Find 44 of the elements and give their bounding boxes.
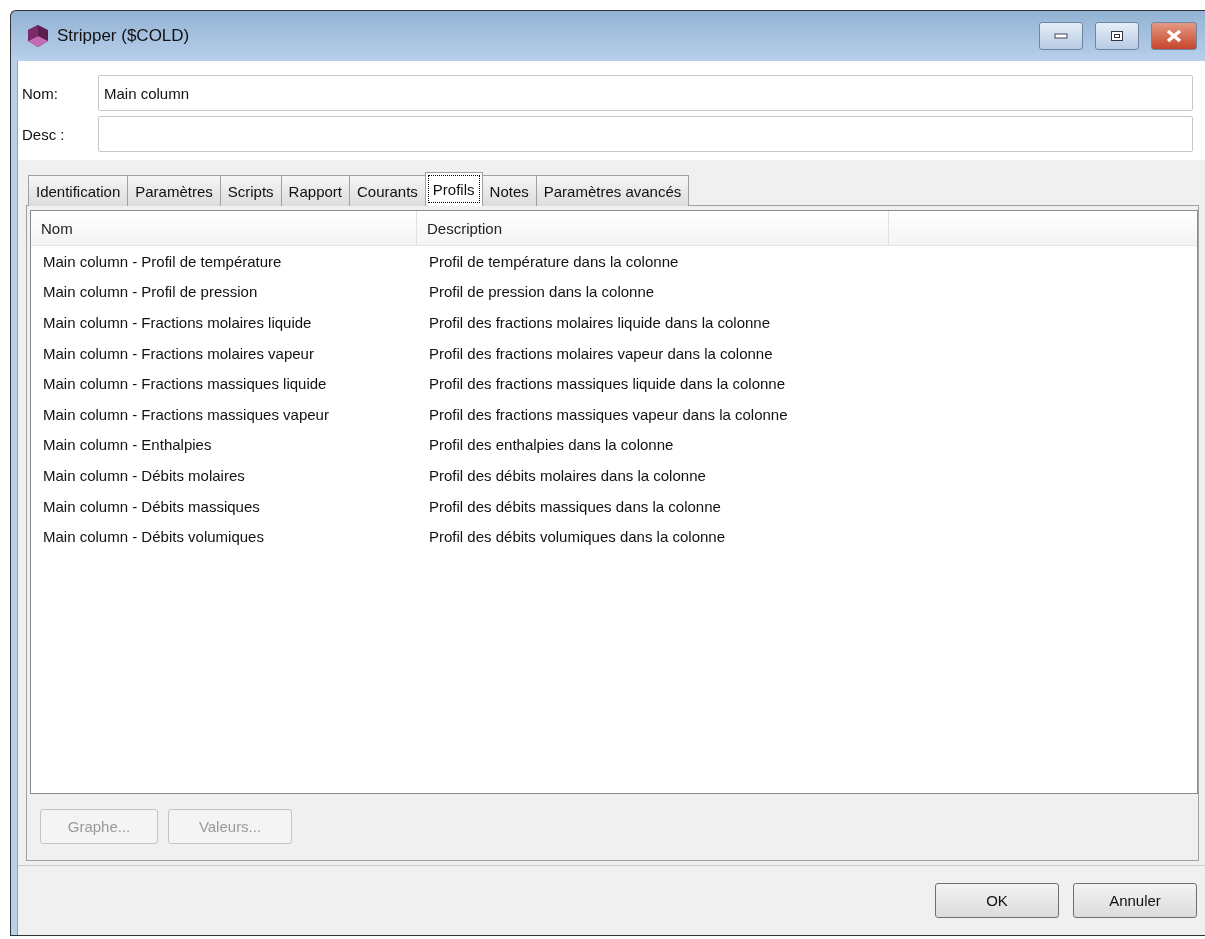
list-cell[interactable]: Main column - Débits volumiques <box>31 528 417 546</box>
tab[interactable]: Paramètres <box>127 175 221 206</box>
list-cell[interactable]: Profil des débits molaires dans la colonne <box>417 466 889 484</box>
list-cell[interactable]: Main column - Fractions molaires liquide <box>31 314 417 331</box>
field-label: Desc : <box>22 125 66 143</box>
list-cell[interactable]: Profil de température dans la colonne <box>417 252 889 270</box>
tab[interactable]: Scripts <box>219 175 282 206</box>
text-field[interactable] <box>98 116 1193 152</box>
text-field[interactable]: Main column <box>98 75 1193 111</box>
list-cell[interactable]: Profil des débits volumiques dans la colonne <box>417 528 889 546</box>
column-header[interactable]: Description <box>417 211 889 245</box>
list-cell[interactable]: Profil des fractions molaires liquide dans la colonne <box>417 314 889 331</box>
list-cell[interactable]: Profil des fractions molaires vapeur dans la colonne <box>417 344 889 362</box>
tab[interactable]: Notes <box>481 175 537 206</box>
list-cell[interactable]: Main column - Fractions massiques liquide <box>31 375 417 393</box>
dialog-button[interactable]: Annuler <box>1073 883 1197 918</box>
list-cell[interactable]: Profil des fractions massiques liquide dans la colonne <box>417 375 889 393</box>
close-icon <box>1166 29 1182 43</box>
field-label: Nom: <box>22 84 59 102</box>
maximize-icon <box>1110 30 1124 42</box>
list-cell[interactable]: Main column - Fractions molaires vapeur <box>31 344 417 362</box>
window-title: Stripper ($COLD) <box>57 26 191 46</box>
close-button[interactable] <box>1151 22 1197 50</box>
list-cell[interactable]: Main column - Profil de température <box>31 252 417 270</box>
tab[interactable]: Courants <box>349 175 426 206</box>
tab[interactable]: Rapport <box>280 175 350 206</box>
list-cell[interactable]: Profil de pression dans la colonne <box>417 283 889 301</box>
list-cell[interactable]: Profil des enthalpies dans la colonne <box>417 436 889 454</box>
minimize-icon <box>1054 33 1068 39</box>
column-header[interactable]: Nom <box>31 211 417 245</box>
list-cell[interactable]: Main column - Débits massiques <box>31 497 417 515</box>
maximize-button[interactable] <box>1095 22 1139 50</box>
list-cell[interactable]: Main column - Enthalpies <box>31 436 417 454</box>
tab[interactable]: Identification <box>28 175 129 206</box>
list-cell[interactable]: Profil des fractions massiques vapeur dans la colonne <box>417 405 889 423</box>
cube-icon <box>27 24 49 48</box>
list-cell[interactable]: Profil des débits massiques dans la colonne <box>417 497 889 515</box>
list-cell[interactable]: Main column - Profil de pression <box>31 283 417 301</box>
tab[interactable]: Profils <box>424 172 483 206</box>
dialog-button[interactable]: OK <box>935 883 1059 918</box>
minimize-button[interactable] <box>1039 22 1083 50</box>
tab[interactable]: Paramètres avancés <box>535 175 690 206</box>
list-cell[interactable]: Main column - Débits molaires <box>31 466 417 484</box>
list-cell[interactable]: Main column - Fractions massiques vapeur <box>31 405 417 423</box>
